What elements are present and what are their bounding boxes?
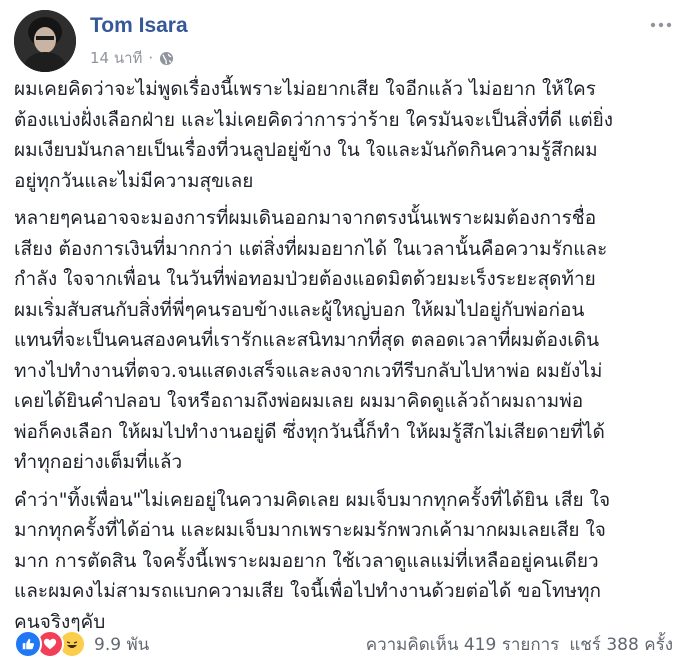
post-line: มาก การตัดสิน ใจครั้งนี้เพราะผมอยาก ใช้เ…: [14, 549, 599, 572]
post-paragraph-2: หลายๆคนอาจจะมองการที่ผมเดินออกมาจากตรงนั…: [14, 203, 673, 478]
post-line: ทางไปทำงานที่ตจว.จนแสดงเสร็จและลงจากเวที…: [14, 359, 603, 382]
author-avatar[interactable]: [14, 10, 76, 72]
post-timestamp[interactable]: 14 นาที: [90, 46, 142, 70]
post-line: ผมเริ่มสับสนกับสิ่งที่พี่ๆคนรอบข้างและผู…: [14, 298, 585, 321]
reaction-count[interactable]: 9.9 พัน: [94, 631, 149, 658]
post-line: เคยได้ยินคำปลอบ ใจหรือถามถึงพ่อผมเลย ผมม…: [14, 390, 584, 412]
post-paragraph-3: คำว่า"ทิ้งเพื่อน"ไม่เคยอยู่ในความคิดเลย …: [14, 485, 673, 638]
post-line: ต้องแบ่งฝั่งเลือกฝ่าย และไม่เคยคิดว่าการ…: [14, 108, 614, 131]
post-footer: 9.9 พัน ความคิดเห็น 419 รายการ แชร์ 388 …: [14, 628, 673, 660]
post-stats: ความคิดเห็น 419 รายการ แชร์ 388 ครั้ง: [366, 631, 673, 658]
more-options-icon[interactable]: [649, 16, 673, 28]
post-line: อยู่ทุกวันและไม่มีความสุขเลย: [14, 169, 254, 192]
post-header: Tom Isara 14 นาที ·: [14, 10, 673, 72]
like-reaction-icon: [14, 630, 42, 658]
post-line: แทนที่จะเป็นคนสองคนที่เรารักและสนิทมากที…: [14, 329, 600, 351]
facebook-post: Tom Isara 14 นาที · ผมเคยคิดว่าจะไม่พูดเ…: [0, 0, 687, 670]
post-paragraph-1: ผมเคยคิดว่าจะไม่พูดเรื่องนี้เพราะไม่อยาก…: [14, 74, 673, 196]
reactions-summary[interactable]: 9.9 พัน: [14, 630, 149, 658]
post-line: ผมเงียบมันกลายเป็นเรื่องที่วนลูปอยู่ข้าง…: [14, 139, 598, 161]
meta-separator: ·: [148, 49, 154, 67]
post-body: ผมเคยคิดว่าจะไม่พูดเรื่องนี้เพราะไม่อยาก…: [14, 74, 673, 644]
post-line: เสียง ต้องการเงินที่มากกว่า แต่สิ่งที่ผม…: [14, 237, 608, 260]
globe-icon[interactable]: [159, 51, 174, 66]
post-line: ทำทุกอย่างเต็มที่แล้ว: [14, 451, 183, 473]
post-line: และผมคงไม่สามรถแบกความเสีย ใจนี้เพื่อไปท…: [14, 580, 602, 602]
comments-count-link[interactable]: ความคิดเห็น 419 รายการ: [366, 631, 560, 658]
post-line: กำลัง ใจจากเพื่อน ในวันที่พ่อทอมป่วยต้อง…: [14, 268, 596, 290]
author-name-link[interactable]: Tom Isara: [90, 14, 188, 38]
post-line: ผมเคยคิดว่าจะไม่พูดเรื่องนี้เพราะไม่อยาก…: [14, 78, 596, 100]
shares-count-link[interactable]: แชร์ 388 ครั้ง: [569, 631, 673, 658]
post-line: พ่อก็คงเลือก ให้ผมไปทำงานอยู่ดี ซึ่งทุกว…: [14, 420, 605, 443]
post-line: หลายๆคนอาจจะมองการที่ผมเดินออกมาจากตรงนั…: [14, 207, 597, 229]
post-meta: 14 นาที ·: [90, 46, 174, 70]
post-line: คำว่า"ทิ้งเพื่อน"ไม่เคยอยู่ในความคิดเลย …: [14, 488, 611, 511]
post-line: มากทุกครั้งที่ได้อ่าน และผมเจ็บมากเพราะผ…: [14, 519, 606, 541]
